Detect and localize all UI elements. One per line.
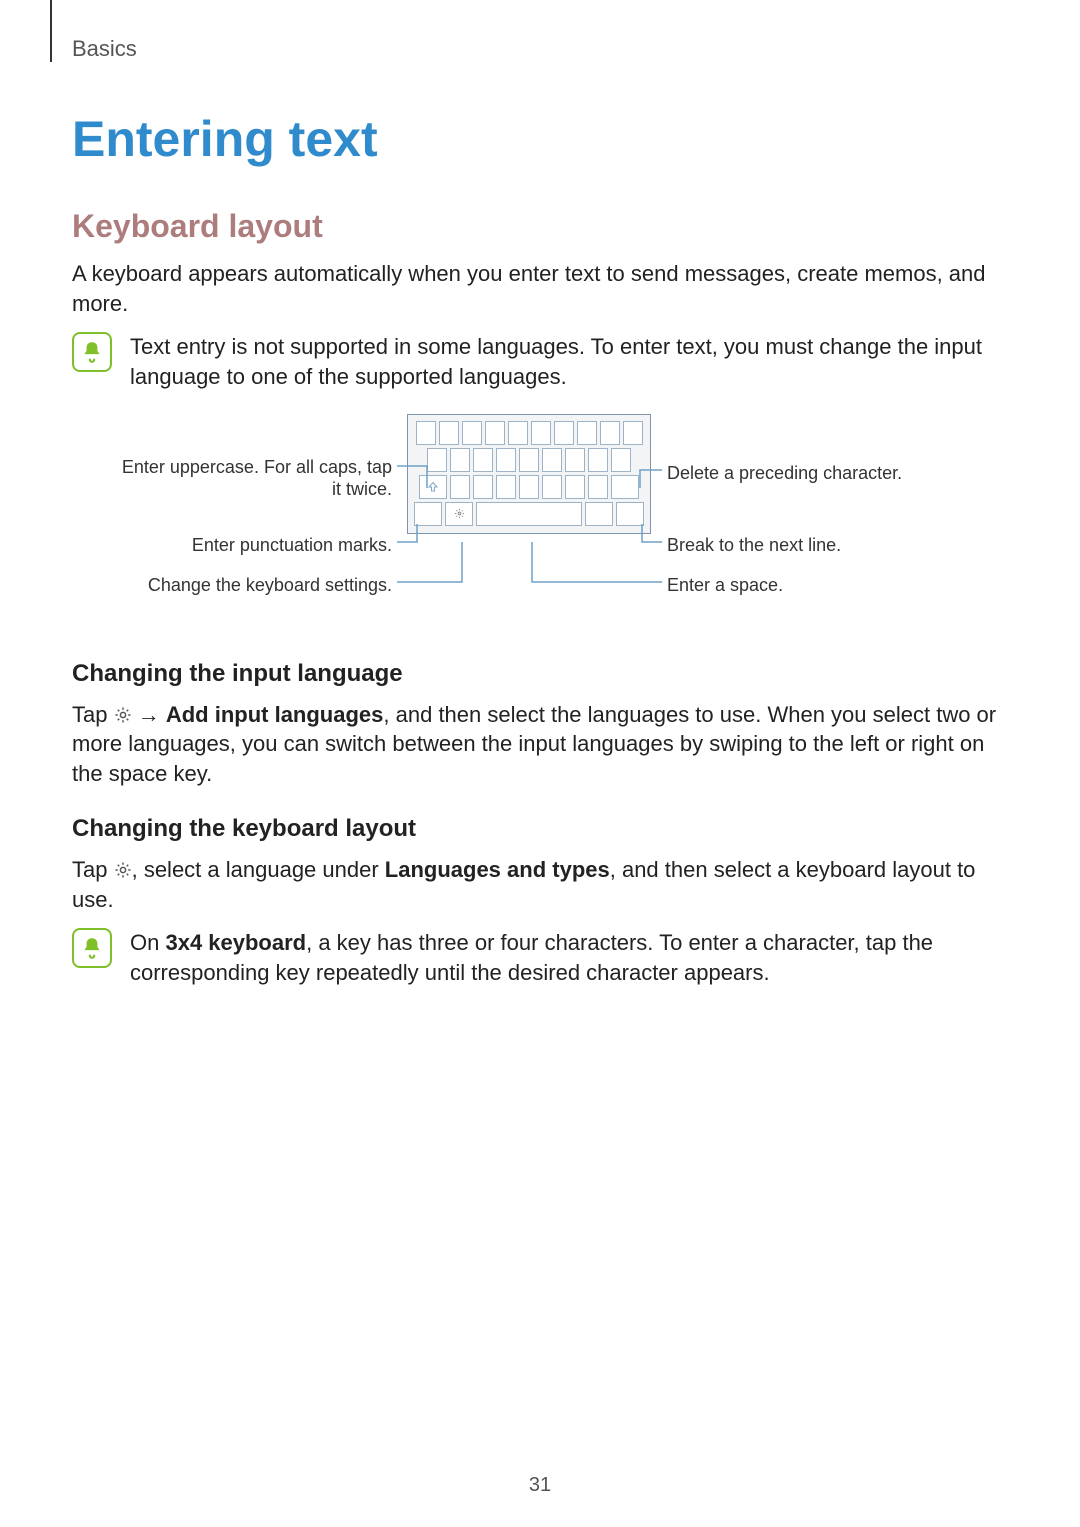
- text-fragment: Tap: [72, 857, 114, 882]
- page-title: Entering text: [72, 110, 1008, 168]
- note-text: On 3x4 keyboard, a key has three or four…: [130, 928, 1008, 987]
- arrow-icon: →: [138, 702, 166, 727]
- page-number: 31: [0, 1474, 1080, 1497]
- bold-add-input-languages: Add input languages: [166, 702, 384, 727]
- subheading-input-language: Changing the input language: [72, 660, 1008, 688]
- bold-3x4-keyboard: 3x4 keyboard: [165, 930, 306, 955]
- note-3x4-keyboard: On 3x4 keyboard, a key has three or four…: [72, 928, 1008, 987]
- subheading-keyboard-layout: Changing the keyboard layout: [72, 815, 1008, 843]
- leader-lines: [72, 414, 1008, 634]
- bold-languages-and-types: Languages and types: [385, 857, 610, 882]
- gear-icon: [114, 857, 132, 875]
- gear-icon: [114, 702, 132, 720]
- breadcrumb: Basics: [72, 36, 1008, 62]
- intro-paragraph: A keyboard appears automatically when yo…: [72, 259, 1008, 318]
- bell-icon: [72, 928, 112, 968]
- header-rule: [50, 0, 52, 62]
- paragraph-input-language: Tap → Add input languages, and then sele…: [72, 700, 1008, 789]
- paragraph-keyboard-layout: Tap , select a language under Languages …: [72, 855, 1008, 914]
- note-text: Text entry is not supported in some lang…: [130, 332, 1008, 391]
- text-fragment: On: [130, 930, 165, 955]
- bell-icon: [72, 332, 112, 372]
- section-keyboard-layout: Keyboard layout: [72, 208, 1008, 245]
- note-language-support: Text entry is not supported in some lang…: [72, 332, 1008, 391]
- keyboard-diagram: Enter uppercase. For all caps, tapit twi…: [72, 414, 1008, 634]
- text-fragment: , select a language under: [132, 857, 385, 882]
- text-fragment: Tap: [72, 702, 114, 727]
